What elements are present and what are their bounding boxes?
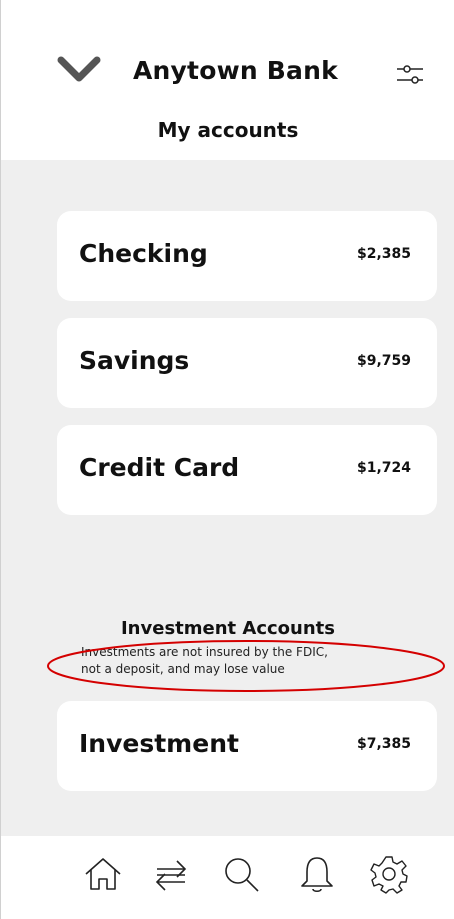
app-screen: Anytown Bank My accounts Checking $2,385… [0, 0, 454, 919]
bank-title: Anytown Bank [133, 56, 338, 85]
header: Anytown Bank My accounts [1, 0, 454, 160]
chevron-down-icon[interactable] [57, 56, 101, 84]
accounts-area: Checking $2,385 Savings $9,759 Credit Ca… [1, 160, 454, 836]
home-icon[interactable] [83, 854, 123, 894]
sliders-icon[interactable] [395, 60, 425, 90]
account-balance: $7,385 [356, 736, 411, 752]
account-card-credit-card[interactable]: Credit Card $1,724 [57, 425, 437, 515]
account-card-checking[interactable]: Checking $2,385 [57, 211, 437, 301]
account-balance: $1,724 [356, 460, 411, 476]
bell-icon[interactable] [297, 854, 337, 894]
account-name: Savings [79, 346, 190, 375]
investment-section-title: Investment Accounts [120, 618, 335, 639]
account-name: Checking [79, 239, 208, 268]
disclaimer-line: not a deposit, and may lose value [81, 662, 285, 676]
account-name: Investment [79, 729, 239, 758]
search-icon[interactable] [221, 854, 261, 894]
transfer-icon[interactable] [151, 854, 191, 894]
disclaimer-line: Investments are not insured by the FDIC, [81, 645, 328, 659]
bottom-nav [1, 836, 454, 919]
account-name: Credit Card [79, 453, 240, 482]
fdic-disclaimer: Investments are not insured by the FDIC,… [81, 644, 441, 678]
account-balance: $2,385 [356, 246, 411, 262]
account-balance: $9,759 [356, 353, 411, 369]
page-subtitle: My accounts [157, 118, 299, 142]
account-card-investment[interactable]: Investment $7,385 [57, 701, 437, 791]
gear-icon[interactable] [369, 854, 409, 894]
account-card-savings[interactable]: Savings $9,759 [57, 318, 437, 408]
